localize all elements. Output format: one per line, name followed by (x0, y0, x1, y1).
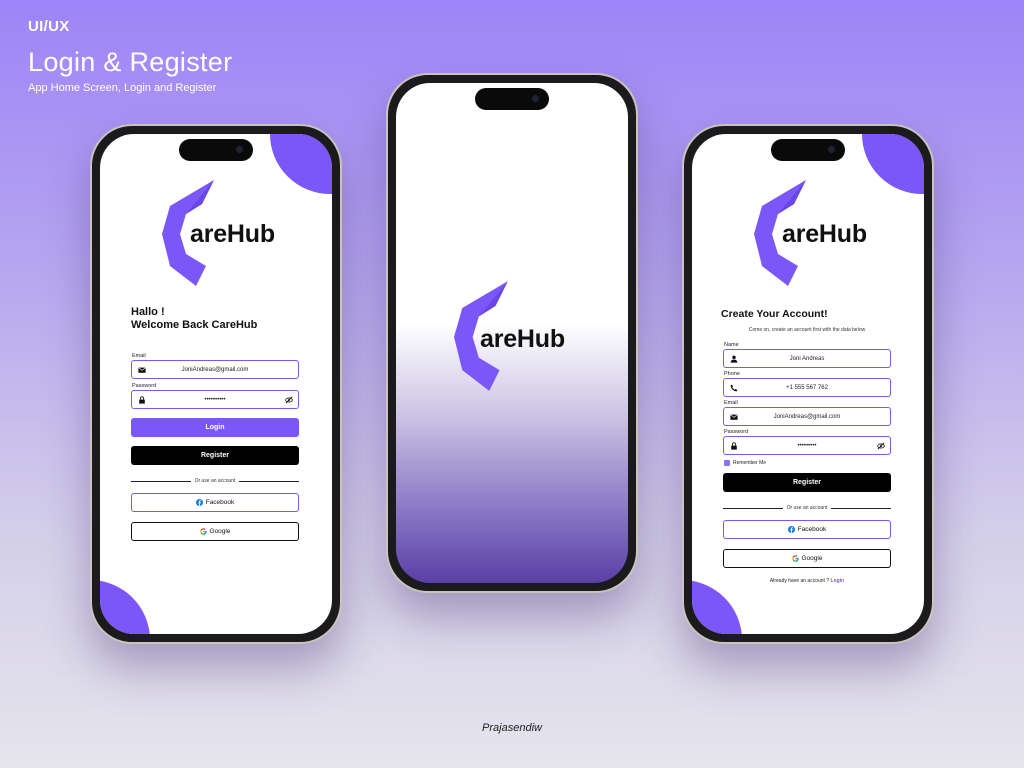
google-login-button[interactable]: Google (723, 549, 891, 568)
name-label: Name (724, 342, 739, 348)
presentation-header: UI/UX Login & Register App Home Screen, … (28, 18, 232, 94)
facebook-icon (787, 526, 795, 533)
decor-blob-bottom-left (100, 580, 150, 634)
register-title: Create Your Account! (721, 308, 828, 320)
phone-label: Phone (724, 371, 740, 377)
password-field[interactable]: •••••••••• (131, 390, 299, 409)
password-label: Password (132, 383, 157, 389)
carehub-logo: areHub (754, 178, 874, 288)
lock-icon (731, 442, 737, 450)
register-description: Come on, create an account first with th… (748, 327, 866, 333)
password-label: Password (724, 429, 749, 435)
dynamic-island (771, 139, 845, 161)
presentation-subtitle: App Home Screen, Login and Register (28, 82, 217, 94)
phone-login: areHub Hallo ! Welcome Back CareHub Emai… (90, 124, 342, 644)
eye-off-icon[interactable] (877, 442, 885, 450)
google-icon (791, 555, 799, 562)
phone-field[interactable]: +1 555 567 762 (723, 378, 891, 397)
lock-icon (139, 396, 145, 404)
dynamic-island (179, 139, 253, 161)
login-greeting: Hallo ! Welcome Back CareHub (131, 306, 258, 331)
register-button[interactable]: Register (131, 446, 299, 465)
facebook-login-button[interactable]: Facebook (131, 493, 299, 512)
or-divider: Or use an account (723, 504, 892, 512)
register-button[interactable]: Register (723, 473, 891, 492)
already-account-text: Already have an account ? Login (769, 578, 845, 584)
email-label: Email (132, 353, 146, 359)
facebook-login-button[interactable]: Facebook (723, 520, 891, 539)
facebook-icon (195, 499, 203, 506)
eye-off-icon[interactable] (285, 396, 293, 404)
login-screen: areHub Hallo ! Welcome Back CareHub Emai… (100, 134, 332, 634)
carehub-logo: areHub (162, 178, 282, 288)
register-screen: areHub Create Your Account! Come on, cre… (692, 134, 924, 634)
mail-icon (730, 414, 738, 420)
email-field[interactable]: JoniAndreas@gmail.com (723, 407, 891, 426)
login-link[interactable]: Login (831, 578, 845, 584)
email-label: Email (724, 400, 738, 406)
or-divider: Or use an account (131, 477, 300, 485)
person-icon (730, 355, 738, 363)
phone-splash: areHub (386, 73, 638, 593)
mail-icon (138, 367, 146, 373)
password-field[interactable]: ••••••••• (723, 436, 891, 455)
login-button[interactable]: Login (131, 418, 299, 437)
category-tag: UI/UX (28, 18, 70, 35)
email-field[interactable]: JoniAndreas@gmail.com (131, 360, 299, 379)
google-login-button[interactable]: Google (131, 522, 299, 541)
remember-me-checkbox[interactable]: Remember Me (724, 460, 766, 466)
dynamic-island (475, 88, 549, 110)
phone-register: areHub Create Your Account! Come on, cre… (682, 124, 934, 644)
author-credit: Prajasendiw (482, 722, 542, 734)
decor-blob-bottom-left (692, 580, 742, 634)
phone-icon (730, 384, 738, 392)
presentation-title: Login & Register (28, 47, 233, 77)
google-icon (199, 528, 207, 535)
logo-wordmark: areHub (480, 325, 565, 353)
carehub-logo-splash: areHub (454, 279, 584, 395)
name-field[interactable]: Joni Andreas (723, 349, 891, 368)
checkbox-checked-icon (724, 460, 730, 466)
splash-screen: areHub (396, 83, 628, 583)
logo-wordmark: areHub (782, 220, 867, 248)
logo-wordmark: areHub (190, 220, 275, 248)
